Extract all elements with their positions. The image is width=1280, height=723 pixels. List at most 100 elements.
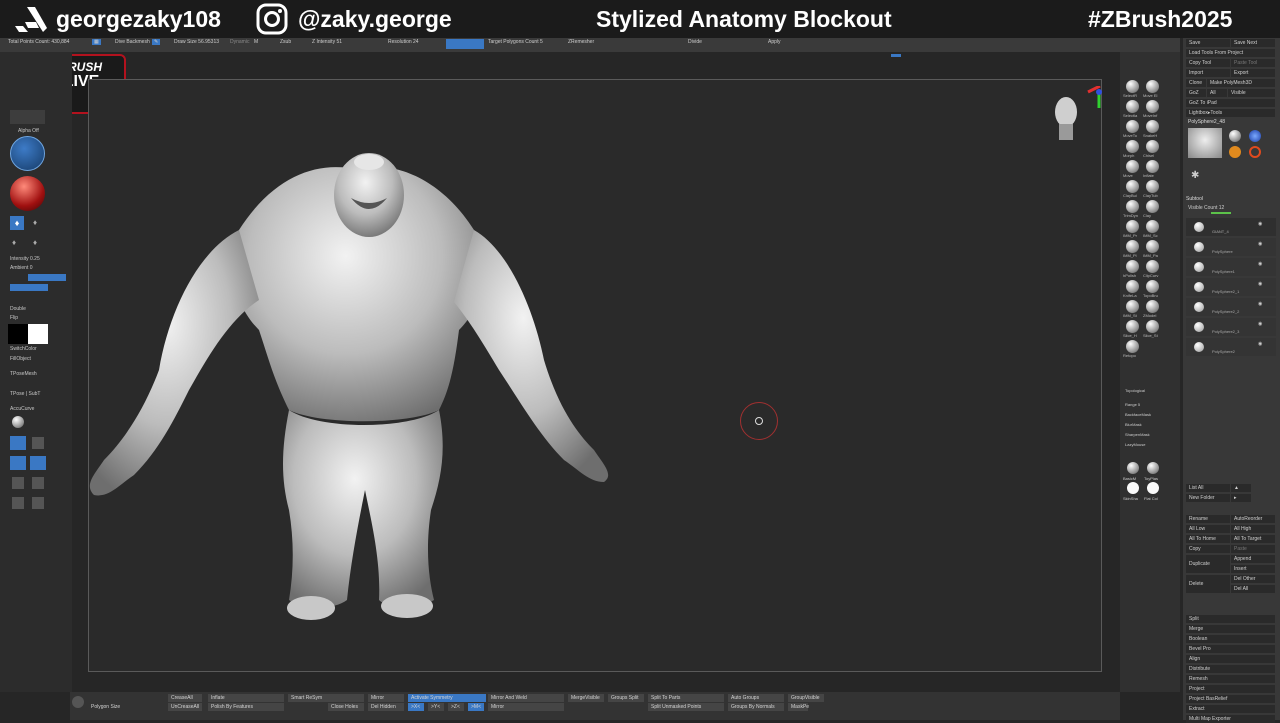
goz-button[interactable]: GoZ bbox=[1186, 89, 1206, 97]
z-axis-toggle[interactable]: >Z< bbox=[448, 703, 464, 711]
topological-button[interactable]: Topological bbox=[1125, 388, 1145, 393]
move-up-icon[interactable]: ▲ bbox=[1231, 484, 1251, 492]
dynamesh-button[interactable] bbox=[446, 39, 484, 49]
eye-icon[interactable]: ◉ bbox=[1258, 261, 1262, 267]
material-sphere-icon[interactable] bbox=[10, 176, 45, 211]
draw-size-slider[interactable]: Draw Size 56.95313 bbox=[174, 39, 219, 45]
brush-imm-sc-icon[interactable] bbox=[1146, 220, 1159, 233]
brush-trimdyn-icon[interactable] bbox=[1126, 200, 1139, 213]
x-axis-toggle[interactable]: >X< bbox=[408, 703, 424, 711]
brush-clipcurv-icon[interactable] bbox=[1146, 260, 1159, 273]
merge-visible-button[interactable]: MergeVisible bbox=[568, 694, 604, 702]
eye-icon[interactable]: ◉ bbox=[1258, 341, 1262, 347]
eye-icon[interactable]: ◉ bbox=[1258, 321, 1262, 327]
make-polymesh-button[interactable]: Make PolyMesh3D bbox=[1207, 79, 1275, 87]
navigation-head-gizmo-icon[interactable] bbox=[1044, 86, 1104, 146]
mirror-2-button[interactable]: Mirror bbox=[488, 703, 564, 711]
bevel-pro-button[interactable]: Bevel Pro bbox=[1186, 645, 1275, 653]
shadow-button[interactable] bbox=[28, 274, 66, 281]
all-to-home-button[interactable]: All To Home bbox=[1186, 535, 1230, 543]
save-next-button[interactable]: Save Next bbox=[1231, 39, 1275, 47]
brush-chisel-icon[interactable] bbox=[1146, 140, 1159, 153]
insert-button[interactable]: Insert bbox=[1231, 565, 1275, 573]
tpose-thumb-icon[interactable]: ✱ bbox=[1191, 170, 1199, 181]
divide-button[interactable]: Divide bbox=[688, 39, 702, 45]
groups-split-button[interactable]: Groups Split bbox=[608, 694, 644, 702]
subtool-item[interactable]: PolySphere2 ◉ bbox=[1186, 338, 1276, 356]
split-unmasked-button[interactable]: Split Unmasked Points bbox=[648, 703, 724, 711]
copy-tool-button[interactable]: Copy Tool bbox=[1186, 59, 1230, 67]
group-visible-button[interactable]: GroupVisible bbox=[788, 694, 824, 702]
intensity-slider[interactable]: Intensity 0.25 bbox=[10, 256, 40, 262]
copy-button[interactable]: Copy bbox=[1186, 545, 1230, 553]
yaxis-icon[interactable] bbox=[12, 497, 24, 509]
rotate-icon[interactable] bbox=[32, 477, 44, 489]
brush-inflate-icon[interactable] bbox=[1146, 160, 1159, 173]
smart-resym-button[interactable]: Smart ReSym bbox=[288, 694, 364, 702]
goz-all-button[interactable]: All bbox=[1207, 89, 1227, 97]
simple-brush-thumb-icon[interactable] bbox=[1229, 146, 1241, 158]
brush-slice-h-icon[interactable] bbox=[1126, 320, 1139, 333]
brush-moveto-icon[interactable] bbox=[1126, 120, 1139, 133]
import-button[interactable]: Import bbox=[1186, 69, 1230, 77]
auto-groups-button[interactable]: Auto Groups bbox=[728, 694, 784, 702]
alpha-brush-thumb-icon[interactable] bbox=[1249, 130, 1261, 142]
remesh-button[interactable]: Remesh bbox=[1186, 675, 1275, 683]
brush-hpolish-icon[interactable] bbox=[1126, 260, 1139, 273]
alpha-preview[interactable] bbox=[10, 110, 45, 124]
boolean-button[interactable]: Boolean bbox=[1186, 635, 1275, 643]
light-2-icon[interactable]: ♦ bbox=[12, 238, 16, 247]
brush-knifela-icon[interactable] bbox=[1126, 280, 1139, 293]
eye-icon[interactable]: ◉ bbox=[1258, 221, 1262, 227]
ambient-slider[interactable]: Ambient 0 bbox=[10, 265, 33, 271]
brush-claybui-icon[interactable] bbox=[1126, 180, 1139, 193]
del-other-button[interactable]: Del Other bbox=[1231, 575, 1275, 583]
zremesher-button[interactable]: ZRemesher bbox=[568, 39, 594, 45]
m-toggle[interactable]: M bbox=[254, 39, 258, 45]
subtool-header[interactable]: Subtool bbox=[1186, 196, 1203, 202]
fill-object-button[interactable]: FillObject bbox=[10, 356, 31, 362]
secondary-color-swatch[interactable] bbox=[28, 324, 48, 344]
polysphere-thumb-icon[interactable] bbox=[1229, 130, 1241, 142]
brush-imm-st-icon[interactable] bbox=[1126, 300, 1139, 313]
brush-moveinf-icon[interactable] bbox=[1146, 100, 1159, 113]
blur-mask-button[interactable]: BlurMask bbox=[1125, 422, 1142, 427]
mirror-and-weld-button[interactable]: Mirror And Weld bbox=[488, 694, 564, 702]
subtool-item[interactable]: PolySphere ◉ bbox=[1186, 238, 1276, 256]
stroke-preview-icon[interactable] bbox=[10, 136, 45, 171]
range-slider[interactable]: Range 5 bbox=[1125, 402, 1140, 407]
split-button[interactable]: Split bbox=[1186, 615, 1275, 623]
sharpen-mask-button[interactable]: SharpenMask bbox=[1125, 432, 1150, 437]
subtool-item[interactable]: PolySphere2_3 ◉ bbox=[1186, 318, 1276, 336]
floor-grid-icon[interactable] bbox=[10, 436, 26, 450]
load-tools-button[interactable]: Load Tools From Project bbox=[1186, 49, 1275, 57]
tpose-mesh-button[interactable]: TPoseMesh bbox=[10, 371, 37, 377]
polygon-size-slider[interactable]: Polygon Size bbox=[88, 703, 158, 711]
project-basrelief-button[interactable]: Project BasRelief bbox=[1186, 695, 1275, 703]
lightbulb-icon[interactable]: ♦ bbox=[10, 216, 24, 230]
eye-icon[interactable]: ◉ bbox=[1258, 241, 1262, 247]
light-icon[interactable]: ♦ bbox=[33, 218, 37, 227]
rename-button[interactable]: Rename bbox=[1186, 515, 1230, 523]
delete-button[interactable]: Delete bbox=[1186, 575, 1230, 593]
duplicate-button[interactable]: Duplicate bbox=[1186, 555, 1230, 573]
brush-snakeh-icon[interactable] bbox=[1146, 120, 1159, 133]
merge-button[interactable]: Merge bbox=[1186, 625, 1275, 633]
brush-imm-pr-icon[interactable] bbox=[1126, 220, 1139, 233]
groups-by-normals-button[interactable]: Groups By Normals bbox=[728, 703, 784, 711]
tpose-subt-button[interactable]: TPose | SubT bbox=[10, 391, 40, 397]
inflate-slider[interactable]: Inflate bbox=[208, 694, 284, 702]
save-button[interactable]: Save bbox=[1186, 39, 1230, 47]
current-tool-thumbnail[interactable] bbox=[1188, 128, 1222, 158]
subtool-item[interactable]: PolySphere2_1 ◉ bbox=[1186, 278, 1276, 296]
zaxis-icon[interactable] bbox=[32, 497, 44, 509]
local-symmetry-icon[interactable] bbox=[10, 456, 26, 470]
folder-icon[interactable]: ▸ bbox=[1231, 494, 1251, 502]
visible-count-slider[interactable]: Visible Count 12 bbox=[1188, 205, 1224, 211]
subtool-item[interactable]: PolySphere1 ◉ bbox=[1186, 258, 1276, 276]
basic-material-icon[interactable] bbox=[1127, 462, 1139, 474]
del-all-button[interactable]: Del All bbox=[1231, 585, 1275, 593]
eye-icon[interactable]: ◉ bbox=[1258, 281, 1262, 287]
all-to-target-button[interactable]: All To Target bbox=[1231, 535, 1275, 543]
double-button[interactable]: Double bbox=[10, 306, 26, 312]
